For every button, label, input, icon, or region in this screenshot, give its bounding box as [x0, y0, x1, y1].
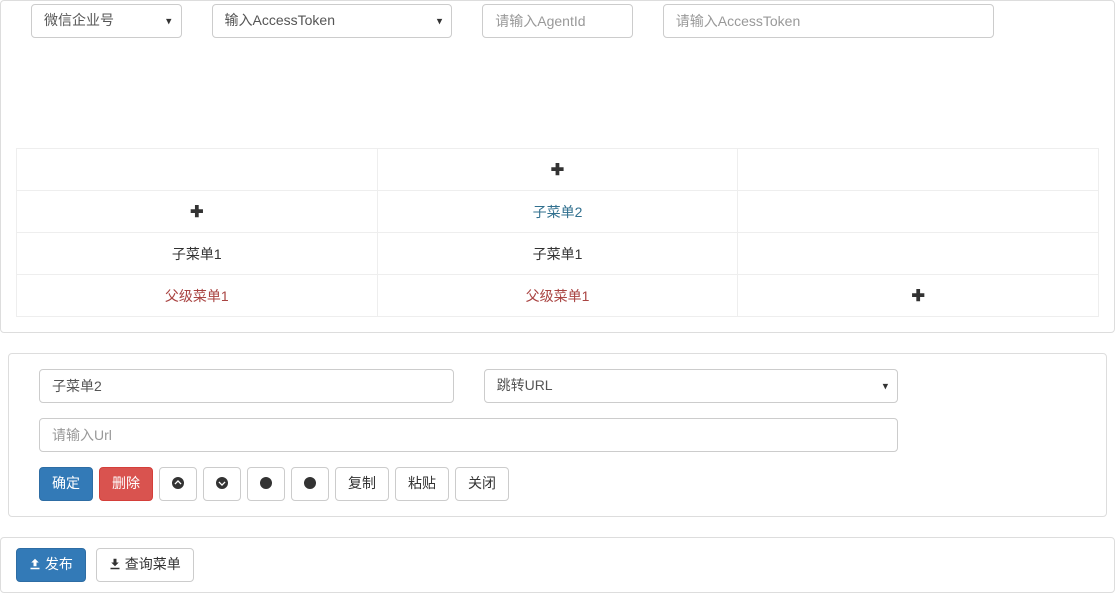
empty-cell [738, 233, 1099, 275]
query-menu-label: 查询菜单 [125, 556, 181, 572]
chevron-down-circle-icon [216, 477, 228, 489]
edit-row-buttons: 确定 删除 复制 粘贴 关闭 [24, 467, 1091, 501]
add-submenu-button[interactable]: ✚ [377, 149, 738, 191]
edit-row-name: 跳转URL [24, 369, 1091, 403]
token-mode-col: 输入AccessToken [197, 4, 468, 38]
accesstoken-col [648, 4, 1009, 38]
submenu-item[interactable]: 子菜单2 [377, 191, 738, 233]
parent-menu-item[interactable]: 父级菜单1 [17, 275, 378, 317]
publish-button[interactable]: 发布 [16, 548, 86, 582]
submenu-item[interactable]: 子菜单1 [377, 233, 738, 275]
menu-type-select[interactable]: 跳转URL [484, 369, 899, 403]
edit-row-url [24, 418, 1091, 452]
delete-button[interactable]: 删除 [99, 467, 153, 501]
top-form-row: 微信企业号 输入AccessToken [16, 4, 1099, 38]
footer-body: 发布 查询菜单 [1, 538, 1114, 592]
publish-label: 发布 [45, 556, 73, 572]
add-submenu-button[interactable]: ✚ [17, 191, 378, 233]
chevron-up-circle-icon [172, 477, 184, 489]
move-down-button[interactable] [203, 467, 241, 501]
query-menu-button[interactable]: 查询菜单 [96, 548, 194, 582]
menu-table: ✚ ✚ 子菜单2 子菜单1 子菜单1 父级菜单1 父级菜单1 ✚ [16, 148, 1099, 317]
platform-select[interactable]: 微信企业号 [31, 4, 182, 38]
ok-button[interactable]: 确定 [39, 467, 93, 501]
top-panel-body: 微信企业号 输入AccessToken [1, 1, 1114, 332]
footer-panel: 发布 查询菜单 [0, 537, 1115, 593]
download-icon [109, 558, 121, 570]
close-button[interactable]: 关闭 [455, 467, 509, 501]
platform-col: 微信企业号 [16, 4, 197, 38]
menu-table-wrapper: ✚ ✚ 子菜单2 子菜单1 子菜单1 父级菜单1 父级菜单1 ✚ [16, 148, 1099, 317]
menu-url-input[interactable] [39, 418, 898, 452]
edit-panel: 跳转URL 确定 删除 [8, 353, 1107, 517]
top-panel: 微信企业号 输入AccessToken [0, 0, 1115, 333]
move-up-button[interactable] [159, 467, 197, 501]
chevron-right-circle-icon [304, 477, 316, 489]
menu-name-input[interactable] [39, 369, 454, 403]
chevron-left-circle-icon [260, 477, 272, 489]
agentid-col [467, 4, 648, 38]
parent-menu-item[interactable]: 父级菜单1 [377, 275, 738, 317]
empty-cell [17, 149, 378, 191]
token-mode-select[interactable]: 输入AccessToken [212, 4, 453, 38]
submenu-item[interactable]: 子菜单1 [17, 233, 378, 275]
add-parent-menu-button[interactable]: ✚ [738, 275, 1099, 317]
copy-button[interactable]: 复制 [335, 467, 389, 501]
empty-cell [738, 149, 1099, 191]
empty-cell [738, 191, 1099, 233]
agentid-input[interactable] [482, 4, 633, 38]
accesstoken-input[interactable] [663, 4, 994, 38]
upload-icon [29, 558, 41, 570]
move-left-button[interactable] [247, 467, 285, 501]
move-right-button[interactable] [291, 467, 329, 501]
paste-button[interactable]: 粘贴 [395, 467, 449, 501]
edit-panel-body: 跳转URL 确定 删除 [9, 354, 1106, 516]
